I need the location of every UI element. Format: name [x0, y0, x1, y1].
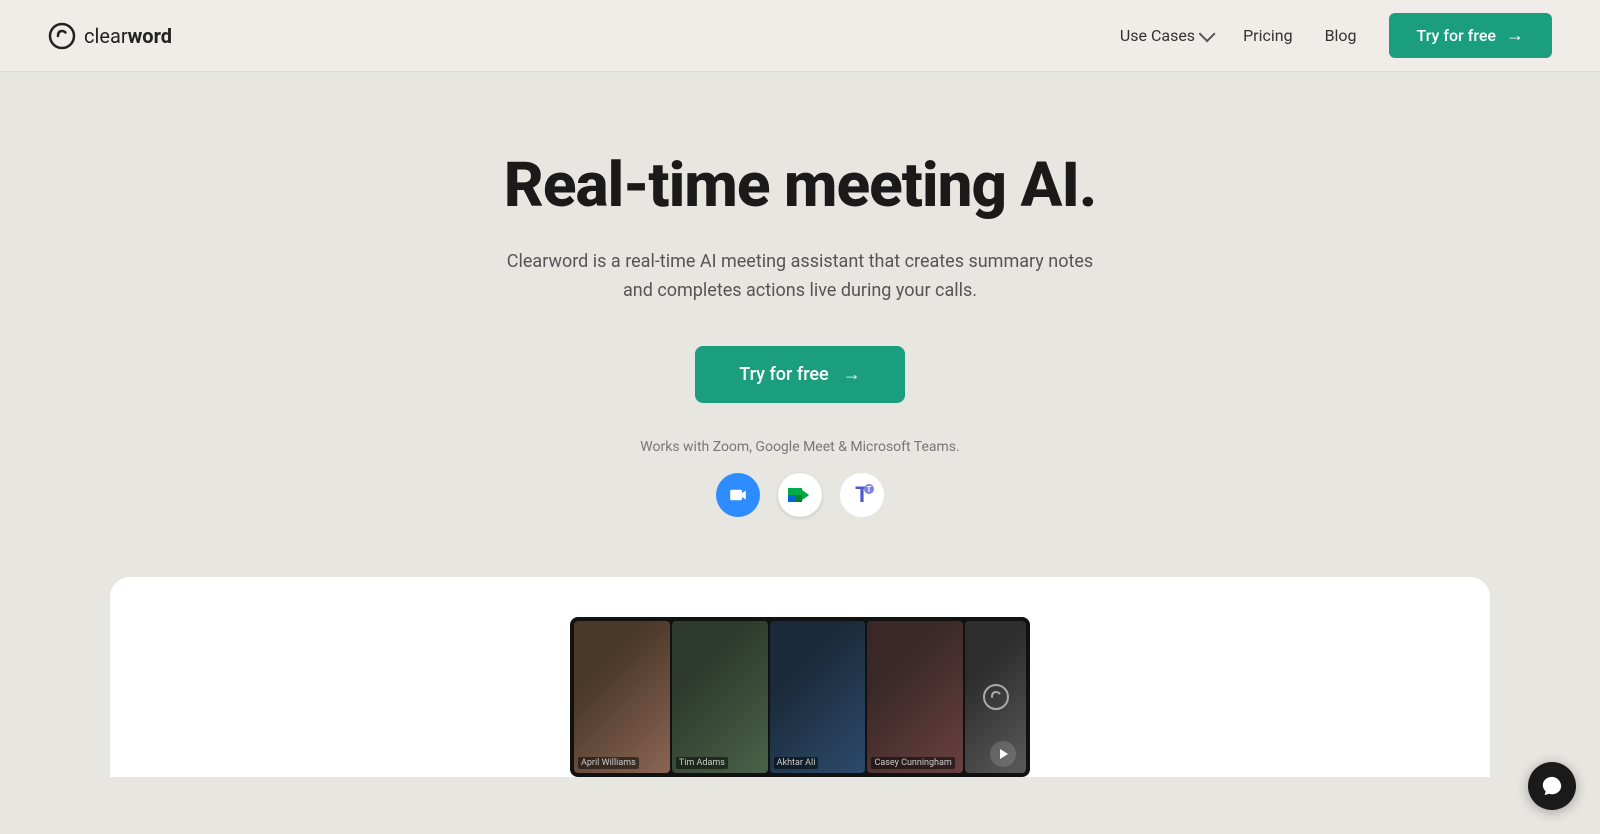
- video-participant-2: Tim Adams: [672, 621, 768, 773]
- logo-text: clearword: [84, 24, 172, 48]
- zoom-icon: [716, 473, 760, 517]
- platform-icons-group: T T: [716, 473, 884, 517]
- nav-pricing[interactable]: Pricing: [1243, 26, 1293, 45]
- svg-text:T: T: [867, 485, 872, 494]
- main-content: Real-time meeting AI. Clearword is a rea…: [0, 72, 1600, 834]
- header-try-free-button[interactable]: Try for free →: [1389, 13, 1552, 58]
- hero-section: Real-time meeting AI. Clearword is a rea…: [350, 72, 1250, 577]
- logo[interactable]: clearword: [48, 22, 172, 50]
- microsoft-teams-icon: T T: [840, 473, 884, 517]
- chat-icon: [1541, 775, 1563, 797]
- chevron-down-icon: [1199, 25, 1216, 42]
- video-preview: April Williams Tim Adams Akhtar Ali Case…: [570, 617, 1030, 777]
- hero-title: Real-time meeting AI.: [504, 152, 1097, 220]
- nav-blog[interactable]: Blog: [1325, 26, 1357, 45]
- hero-subtitle: Clearword is a real-time AI meeting assi…: [490, 248, 1110, 306]
- participant-2-label: Tim Adams: [676, 757, 728, 769]
- video-participant-3: Akhtar Ali: [770, 621, 866, 773]
- nav-use-cases[interactable]: Use Cases: [1120, 26, 1211, 45]
- header: clearword Use Cases Pricing Blog Try for…: [0, 0, 1600, 72]
- google-meet-icon: [778, 473, 822, 517]
- main-nav: Use Cases Pricing Blog Try for free →: [1120, 13, 1552, 58]
- works-with-text: Works with Zoom, Google Meet & Microsoft…: [640, 439, 959, 455]
- play-icon: [997, 748, 1009, 760]
- arrow-right-icon: →: [1506, 25, 1524, 46]
- video-section: April Williams Tim Adams Akhtar Ali Case…: [110, 577, 1490, 777]
- hero-try-free-button[interactable]: Try for free →: [695, 346, 904, 403]
- logo-icon: [48, 22, 76, 50]
- video-participant-1: April Williams: [574, 621, 670, 773]
- hero-arrow-right-icon: →: [843, 364, 861, 385]
- video-participant-4: Casey Cunningham: [867, 621, 963, 773]
- participant-4-label: Casey Cunningham: [871, 757, 954, 769]
- chat-support-button[interactable]: [1528, 762, 1576, 810]
- participant-1-label: April Williams: [578, 757, 639, 769]
- play-button[interactable]: [990, 741, 1016, 767]
- participant-3-label: Akhtar Ali: [774, 757, 819, 769]
- video-grid: April Williams Tim Adams Akhtar Ali Case…: [570, 617, 1030, 777]
